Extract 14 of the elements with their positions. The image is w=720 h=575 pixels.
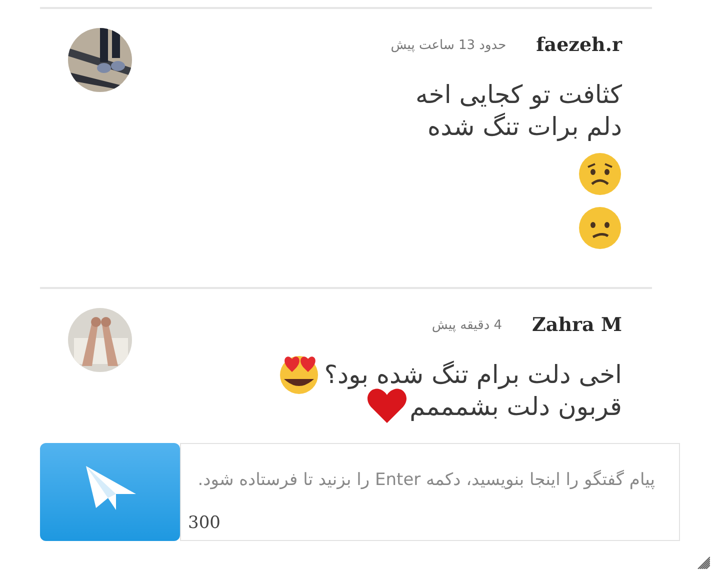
timestamp: حدود 13 ساعت پیش: [390, 38, 506, 52]
message-text: کثافت تو کجایی اخه: [415, 80, 622, 108]
character-counter: 300: [188, 513, 220, 533]
resize-grip-icon[interactable]: [696, 555, 710, 569]
send-button[interactable]: [40, 443, 180, 541]
sad-face-emoji-icon: [578, 152, 622, 196]
heart-icon: [366, 387, 408, 425]
timestamp: 4 دقیقه پیش: [432, 318, 502, 332]
message-text: اخی دلت برام تنگ شده بود؟: [324, 360, 622, 388]
message-text: قربون دلت بشمممم: [410, 392, 622, 420]
message-text: دلم برات تنگ شده: [427, 112, 622, 140]
author-name: faezeh.r: [536, 34, 622, 56]
author-name: Zahra M: [532, 314, 622, 336]
confused-face-emoji-icon: [578, 206, 622, 250]
